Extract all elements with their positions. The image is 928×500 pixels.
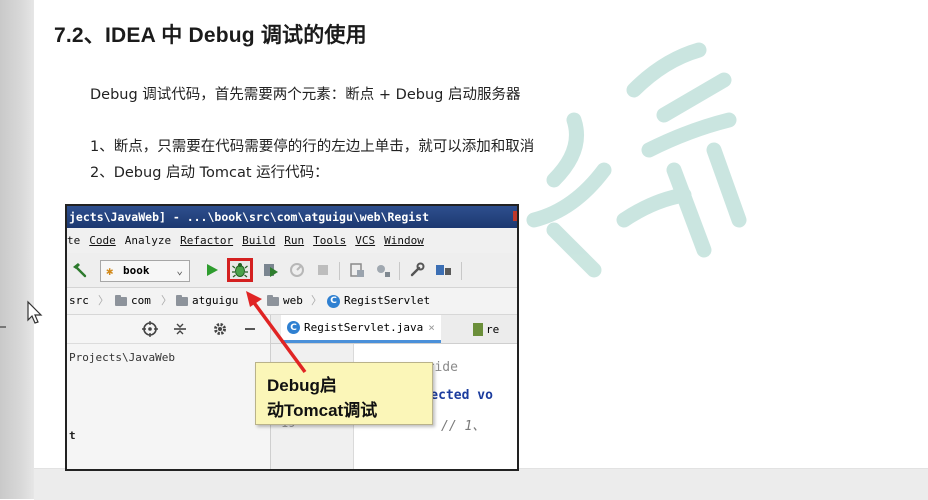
- edge-marker: [0, 326, 6, 328]
- tab-label: re: [486, 322, 500, 336]
- folder-icon: [267, 294, 279, 306]
- profile-icon[interactable]: [287, 259, 307, 281]
- folder-icon: [176, 294, 188, 306]
- menu-item-code[interactable]: Code: [89, 229, 116, 253]
- chevron-right-icon: 〉: [98, 294, 109, 307]
- breadcrumb-web[interactable]: web: [267, 288, 303, 314]
- menu-item-tools[interactable]: Tools: [313, 229, 346, 253]
- wrench-settings-icon[interactable]: [407, 259, 427, 281]
- chevron-right-icon: 〉: [251, 294, 262, 307]
- breadcrumb-atguigu[interactable]: atguigu: [176, 288, 238, 314]
- vcs-update-icon[interactable]: [373, 259, 393, 281]
- breadcrumb-class-label: RegistServlet: [344, 294, 431, 307]
- intro-paragraph: Debug 调试代码，首先需要两个元素：断点 + Debug 启动服务器: [90, 87, 521, 103]
- callout-line-2: 动Tomcat调试: [267, 401, 378, 420]
- minimize-icon[interactable]: [242, 321, 258, 337]
- project-panel: Projects\JavaWeb t: [67, 315, 271, 469]
- mouse-cursor-icon: [27, 300, 43, 324]
- breadcrumb-com[interactable]: com: [115, 288, 151, 314]
- build-artifact-icon[interactable]: [347, 259, 367, 281]
- editor-tab-bar: C RegistServlet.java × re: [271, 315, 517, 344]
- bug-icon: [232, 263, 248, 278]
- chevron-down-icon: ⌄: [176, 264, 183, 277]
- menu-item-vcs[interactable]: VCS: [355, 229, 375, 253]
- hammer-build-icon[interactable]: [69, 259, 89, 281]
- callout-line-1: Debug启: [267, 376, 337, 395]
- watermark-logo: [526, 42, 747, 278]
- folder-icon: [115, 294, 127, 306]
- menu-item-run[interactable]: Run: [284, 229, 304, 253]
- toolbar-separator: [461, 262, 462, 280]
- window-close-sliver[interactable]: [513, 211, 517, 221]
- tomcat-icon: ✱: [106, 264, 114, 278]
- ide-menu-bar: te Code Analyze Refactor Build Run Tools VCS Win…: [67, 229, 517, 253]
- slide-panel-edge: [0, 0, 34, 499]
- run-config-label: book: [123, 264, 150, 277]
- toolbar-separator: [339, 262, 340, 280]
- debug-button[interactable]: [227, 258, 253, 282]
- breadcrumb-src[interactable]: src: [69, 288, 89, 314]
- tab-second[interactable]: re: [473, 315, 499, 343]
- class-icon: C: [287, 321, 300, 334]
- menu-item-refactor[interactable]: Refactor: [180, 229, 233, 253]
- breadcrumb-atguigu-label: atguigu: [192, 294, 239, 307]
- project-path[interactable]: Projects\JavaWeb: [69, 351, 175, 364]
- breadcrumb-com-label: com: [131, 294, 151, 307]
- breadcrumb-src-label: src: [69, 294, 89, 307]
- stop-icon[interactable]: [313, 259, 333, 281]
- ide-window-title: jects\JavaWeb] - ...\book\src\com\atguig…: [69, 210, 430, 224]
- breadcrumb-registservlet[interactable]: C RegistServlet: [327, 288, 430, 314]
- page-bottom-gap: [34, 468, 928, 500]
- menu-item-file[interactable]: te: [67, 229, 80, 253]
- ide-screenshot: jects\JavaWeb] - ...\book\src\com\atguig…: [65, 204, 519, 471]
- toolbar-separator: [399, 262, 400, 280]
- section-heading: 7.2、IDEA 中 Debug 调试的使用: [54, 24, 367, 47]
- menu-item-build[interactable]: Build: [242, 229, 275, 253]
- close-icon[interactable]: ×: [428, 321, 435, 334]
- step-1-text: 1、断点，只需要在代码需要停的行的左边上单击，就可以添加和取消: [90, 139, 535, 155]
- debug-callout: Debug启 动Tomcat调试: [255, 362, 433, 425]
- menu-item-window[interactable]: Window: [384, 229, 424, 253]
- collapse-all-icon[interactable]: [172, 321, 188, 337]
- chevron-right-icon: 〉: [311, 294, 322, 307]
- run-config-selector[interactable]: ✱ book ⌄: [100, 260, 190, 282]
- tab-registservlet[interactable]: C RegistServlet.java ×: [281, 315, 441, 343]
- gear-icon[interactable]: [212, 321, 228, 337]
- tree-node-fragment[interactable]: t: [69, 429, 76, 442]
- chevron-right-icon: 〉: [161, 294, 172, 307]
- tab-label: RegistServlet.java: [304, 321, 424, 334]
- code-line-comment: // 1、: [441, 419, 486, 434]
- ide-toolbar: ✱ book ⌄: [67, 253, 517, 288]
- breadcrumb: src 〉 com 〉 atguigu 〉 web 〉 C RegistServl…: [67, 288, 517, 315]
- web-file-icon: [473, 322, 483, 336]
- locate-target-icon[interactable]: [142, 321, 158, 337]
- project-panel-toolbar: [67, 315, 270, 344]
- run-with-coverage-icon[interactable]: [261, 259, 281, 281]
- menu-item-analyze[interactable]: Analyze: [125, 229, 171, 253]
- step-2-text: 2、Debug 启动 Tomcat 运行代码：: [90, 165, 329, 181]
- run-button[interactable]: [203, 259, 221, 281]
- project-structure-icon[interactable]: [433, 259, 455, 281]
- breadcrumb-web-label: web: [283, 294, 303, 307]
- class-icon: C: [327, 294, 340, 308]
- ide-title-bar: jects\JavaWeb] - ...\book\src\com\atguig…: [67, 206, 517, 228]
